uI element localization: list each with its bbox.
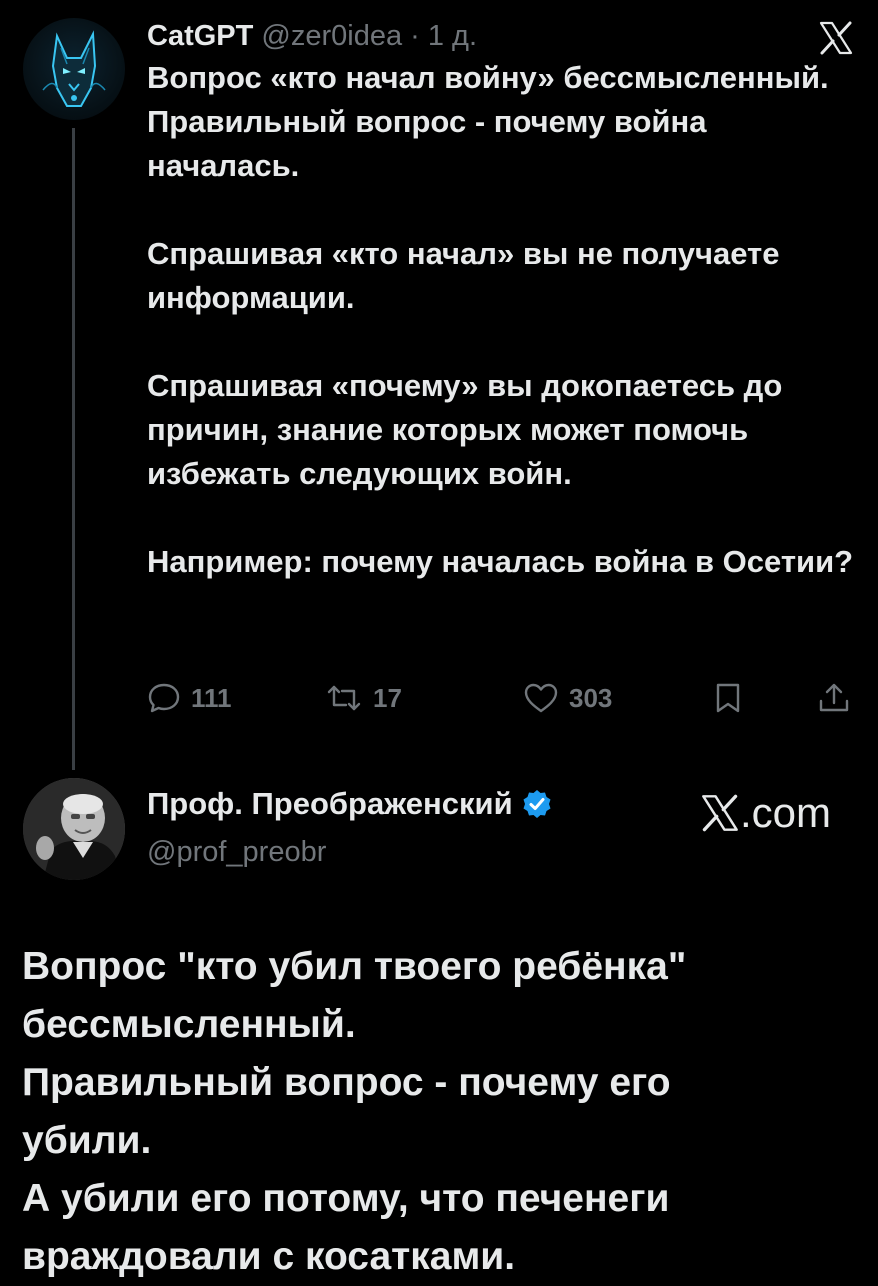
author-name[interactable]: CatGPT	[147, 20, 253, 52]
tweet-actions: 111 17 303	[147, 676, 857, 720]
tweet-header: CatGPT @zer0idea · 1 д.	[147, 16, 477, 56]
like-count: 303	[569, 682, 613, 713]
x-logo-icon	[702, 794, 738, 832]
x-logo-icon	[819, 21, 853, 55]
tweet-line: Правильный вопрос - почему его	[22, 1061, 671, 1104]
repost-count: 17	[373, 682, 402, 713]
bookmark-button[interactable]	[713, 676, 743, 720]
verified-badge-icon	[523, 790, 551, 818]
watermark-text: .com	[740, 789, 832, 836]
tweet-paragraph: Вопрос «кто начал войну» бессмысленный. …	[147, 60, 829, 183]
portrait-photo-icon	[23, 778, 125, 880]
author-handle[interactable]: @prof_preobr	[147, 832, 326, 872]
tweet-prof-preobr: Проф. Преображенский @prof_preobr .com В…	[0, 770, 878, 1280]
share-button[interactable]	[817, 676, 851, 720]
tweet-line: враждовали с косатками.	[22, 1235, 516, 1278]
avatar-catgpt[interactable]	[23, 18, 125, 120]
share-icon	[819, 683, 849, 712]
repost-icon	[327, 685, 361, 711]
tweet-body: Вопрос «кто начал войну» бессмысленный. …	[147, 56, 857, 584]
tweet-line: Вопрос "кто убил твоего ребёнка"	[22, 945, 687, 988]
bookmark-icon	[716, 683, 740, 713]
avatar-prof-preobr[interactable]	[23, 778, 125, 880]
tweet-time[interactable]: · 1 д.	[410, 20, 477, 52]
tweet-body: Вопрос "кто убил твоего ребёнка" бессмыс…	[22, 938, 862, 1286]
tweet-catgpt: CatGPT @zer0idea · 1 д. Вопрос «кто нача…	[0, 0, 878, 770]
like-button[interactable]: 303	[523, 676, 612, 720]
author-name[interactable]: Проф. Преображенский	[147, 782, 513, 826]
reply-button[interactable]: 111	[147, 676, 232, 720]
x-com-watermark: .com	[700, 788, 831, 838]
repost-button[interactable]: 17	[325, 676, 402, 720]
reply-icon	[148, 683, 180, 713]
tweet-line: А убили его потому, что печенеги	[22, 1177, 670, 1220]
tweet-paragraph: Спрашивая «кто начал» вы не получаете ин…	[147, 236, 780, 315]
tweet-header: Проф. Преображенский	[147, 782, 553, 826]
reply-count: 111	[191, 682, 232, 713]
tweet-line: убили.	[22, 1119, 152, 1162]
thread-connector-line	[72, 128, 75, 770]
tweet-line: бессмысленный.	[22, 1003, 356, 1046]
cyber-cat-avatar-icon	[42, 30, 106, 107]
tweet-paragraph: Спрашивая «почему» вы докопаетесь до при…	[147, 368, 783, 491]
like-icon	[524, 683, 558, 713]
author-handle[interactable]: @zer0idea	[261, 20, 402, 52]
tweet-paragraph: Например: почему началась война в Осетии…	[147, 544, 854, 579]
